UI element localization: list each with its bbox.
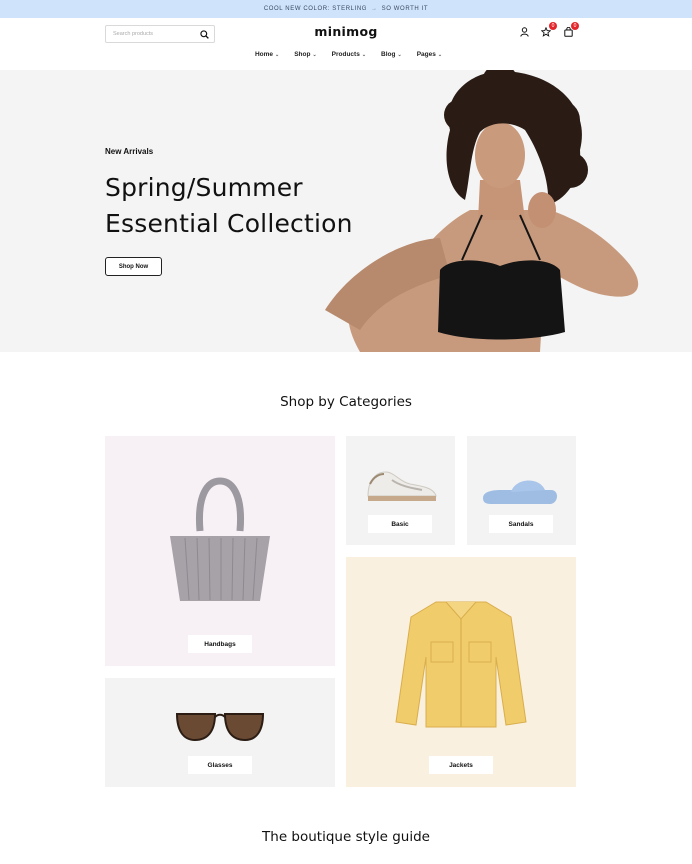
search-box[interactable] [105, 25, 215, 43]
shop-now-button[interactable]: Shop Now [105, 257, 162, 276]
cart-icon[interactable]: 0 [562, 22, 579, 38]
nav-item-shop[interactable]: Shop ⌄ [294, 51, 316, 58]
chevron-down-icon: ⌄ [397, 51, 402, 58]
category-card-jackets[interactable]: Jackets [346, 557, 576, 787]
category-card-basic[interactable]: Basic [346, 436, 455, 545]
nav-item-pages[interactable]: Pages ⌄ [417, 51, 442, 58]
category-label-glasses[interactable]: Glasses [188, 756, 252, 774]
nav-label: Shop [294, 51, 311, 58]
sandal-image [483, 480, 557, 504]
arrow-right-icon: → [371, 6, 378, 12]
account-icon[interactable] [518, 26, 530, 38]
nav-label: Home [254, 51, 273, 58]
announcement-text-right: SO WORTH IT [381, 6, 429, 12]
hero-title: Spring/Summer Essential Collection [105, 170, 353, 242]
handbag-image [170, 477, 270, 601]
category-card-glasses[interactable]: Glasses [105, 678, 335, 787]
announcement-text-left: COOL NEW COLOR: STERLING [263, 6, 368, 12]
hero-title-line2: Essential Collection [105, 209, 353, 238]
nav-label: Blog [381, 51, 396, 58]
chevron-down-icon: ⌄ [275, 51, 280, 58]
search-input[interactable] [113, 31, 193, 37]
category-label-basic[interactable]: Basic [368, 515, 432, 533]
cart-count-badge: 0 [571, 22, 579, 30]
category-card-sandals[interactable]: Sandals [467, 436, 576, 545]
category-label-sandals[interactable]: Sandals [489, 515, 553, 533]
wishlist-count-badge: 0 [549, 22, 557, 30]
category-card-handbags[interactable]: Handbags [105, 436, 335, 666]
main-nav: Home ⌄ Shop ⌄ Products ⌄ Blog ⌄ Pages ⌄ [0, 51, 692, 58]
hero-model-image [325, 70, 639, 352]
style-guide-title: The boutique style guide [262, 829, 430, 845]
hero-title-line1: Spring/Summer [105, 173, 303, 202]
hero-banner: New Arrivals Spring/Summer Essential Col… [0, 70, 692, 352]
nav-label: Pages [416, 51, 436, 58]
nav-item-blog[interactable]: Blog ⌄ [381, 51, 402, 58]
wishlist-icon[interactable]: 0 [540, 22, 557, 38]
chevron-down-icon: ⌄ [437, 51, 443, 58]
nav-label: Products [331, 51, 360, 58]
nav-item-products[interactable]: Products ⌄ [332, 51, 366, 58]
chevron-down-icon: ⌄ [361, 51, 367, 58]
jacket-image [395, 601, 527, 728]
header-actions: 0 0 [518, 22, 579, 38]
chevron-down-icon: ⌄ [312, 51, 317, 58]
hero-subtitle: New Arrivals [105, 147, 154, 156]
site-logo[interactable]: minimog [311, 24, 381, 39]
site-header: minimog 0 0 Home⌄ Shop⌄ Products⌄ Blog⌄ … [0, 18, 692, 70]
sneaker-image [367, 471, 437, 501]
announcement-bar: COOL NEW COLOR: STERLING → SO WORTH IT [0, 0, 692, 18]
categories-title: Shop by Categories [280, 394, 412, 410]
category-label-handbags[interactable]: Handbags [188, 635, 252, 653]
category-label-jackets[interactable]: Jackets [429, 756, 493, 774]
search-icon[interactable] [200, 29, 209, 39]
sunglasses-image [175, 713, 265, 742]
nav-item-home[interactable]: Home ⌄ [255, 51, 279, 58]
